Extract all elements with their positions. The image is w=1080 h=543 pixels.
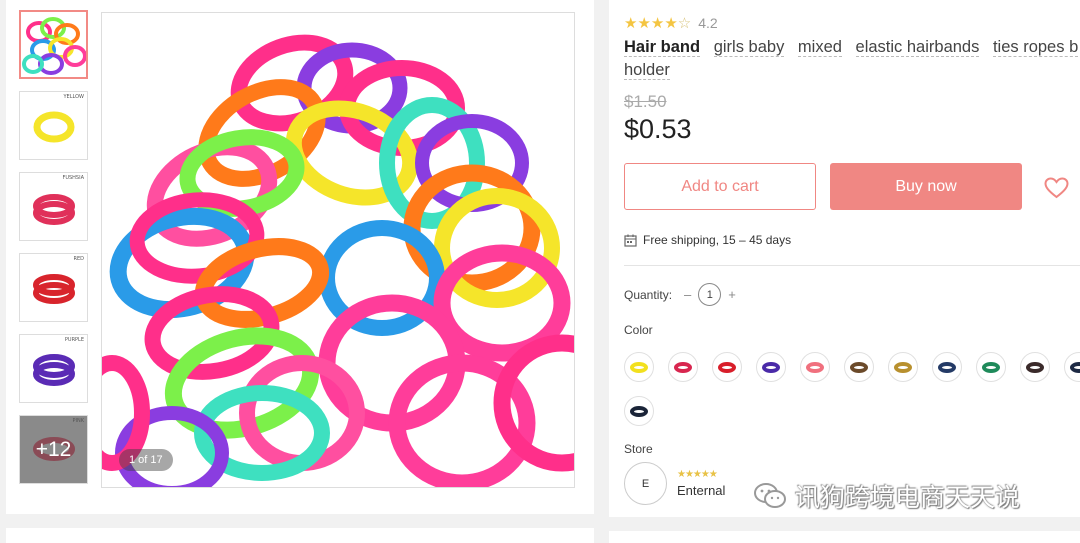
quantity-decrease-button[interactable]: –	[684, 287, 691, 302]
buy-now-button[interactable]: Buy now	[830, 163, 1022, 210]
swatch-color	[894, 361, 912, 373]
swatch-color	[850, 361, 868, 373]
color-swatch[interactable]	[976, 352, 1006, 382]
thumbnail-2[interactable]: FUSHSIA	[19, 172, 88, 241]
image-counter: 1 of 17	[119, 449, 173, 471]
original-price: $1.50	[624, 92, 667, 111]
quantity-stepper: Quantity: – 1 +	[624, 283, 743, 306]
title-keyword[interactable]: elastic hairbands	[855, 38, 980, 57]
color-swatch[interactable]	[844, 352, 874, 382]
color-swatch[interactable]	[756, 352, 786, 382]
next-section-card	[6, 528, 594, 543]
swatch-color	[674, 361, 692, 373]
swatch-color	[630, 361, 648, 373]
store-rating-stars-icon: ★★★★★	[677, 469, 718, 480]
thumbnail-4[interactable]: PURPLE	[19, 334, 88, 403]
swatch-color	[1070, 361, 1080, 373]
thumbnail-1[interactable]: YELLOW	[19, 91, 88, 160]
title-keyword[interactable]: Hair band	[624, 38, 701, 57]
thumbnail-list: YELLOW FUSHSIA RED PURPLE PINK +12	[19, 10, 89, 496]
store-label: Store	[624, 442, 653, 456]
heart-icon[interactable]	[1044, 177, 1069, 199]
thumbnail-0[interactable]	[19, 10, 88, 79]
main-product-image[interactable]: 1 of 17	[101, 12, 575, 488]
color-swatch[interactable]	[888, 352, 918, 382]
title-keyword[interactable]: holder	[624, 61, 670, 80]
store-name[interactable]: Enternal	[677, 483, 725, 498]
swatch-color	[718, 361, 736, 373]
rating[interactable]: ★★★★☆ 4.2	[624, 14, 718, 32]
color-swatch[interactable]	[1064, 352, 1080, 382]
color-swatch[interactable]	[800, 352, 830, 382]
thumbnail-more[interactable]: PINK +12	[19, 415, 88, 484]
quantity-input[interactable]: 1	[698, 283, 722, 306]
title-keyword[interactable]: girls baby	[713, 38, 785, 57]
color-swatch[interactable]	[668, 352, 698, 382]
gallery-card: YELLOW FUSHSIA RED PURPLE PINK +12 1 of …	[6, 0, 594, 514]
color-swatch[interactable]	[932, 352, 962, 382]
color-swatch[interactable]	[624, 396, 654, 426]
rating-stars-icon: ★★★★☆	[624, 15, 692, 32]
swatch-color	[630, 405, 648, 417]
title-keyword[interactable]: mixed	[797, 38, 842, 57]
rating-value: 4.2	[698, 15, 718, 31]
swatch-color	[938, 361, 956, 373]
thumbnail-3[interactable]: RED	[19, 253, 88, 322]
store-avatar[interactable]: E	[624, 462, 667, 505]
color-swatch[interactable]	[712, 352, 742, 382]
color-swatch[interactable]	[624, 352, 654, 382]
quantity-label: Quantity:	[624, 287, 673, 302]
calendar-icon	[624, 234, 637, 247]
watermark-text: 讯狗跨境电商天天说	[795, 483, 1021, 512]
product-info-card: ★★★★☆ 4.2 Hair band girls baby mixed ela…	[609, 0, 1080, 517]
next-section-card	[609, 531, 1080, 543]
swatch-color	[982, 361, 1000, 373]
product-title: Hair band girls baby mixed elastic hairb…	[624, 36, 1080, 82]
title-keyword[interactable]: ties ropes b	[992, 38, 1079, 57]
add-to-cart-button[interactable]: Add to cart	[624, 163, 816, 210]
color-swatch[interactable]	[1020, 352, 1050, 382]
sale-price: $0.53	[624, 114, 692, 144]
color-label: Color	[624, 323, 653, 337]
more-images-count: +12	[35, 438, 72, 461]
swatch-color	[762, 361, 780, 373]
shipping-info: Free shipping, 15 – 45 days	[624, 233, 791, 247]
quantity-increase-button[interactable]: +	[728, 287, 736, 302]
wechat-icon	[754, 483, 786, 508]
divider	[624, 265, 1080, 266]
swatch-color	[1026, 361, 1044, 373]
watermark: 讯狗跨境电商天天说	[753, 478, 1020, 514]
shipping-text: Free shipping, 15 – 45 days	[643, 233, 792, 247]
swatch-color	[806, 361, 824, 373]
